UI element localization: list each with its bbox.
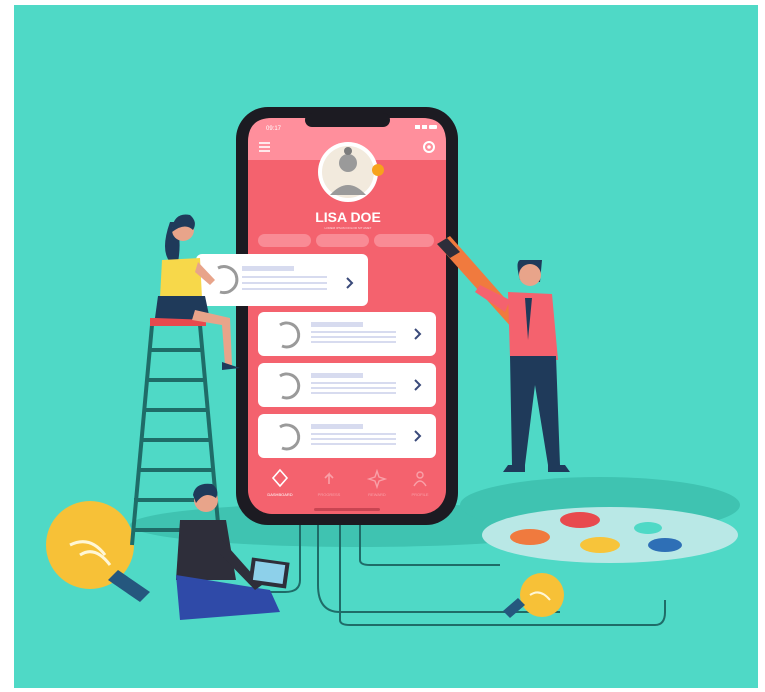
status-icons: [415, 125, 437, 129]
list-item[interactable]: [196, 254, 368, 306]
list-item[interactable]: [258, 363, 436, 407]
paint-palette: [482, 507, 738, 563]
pill-tab[interactable]: [258, 234, 311, 247]
pill-tab[interactable]: [374, 234, 434, 247]
illustration-scene: 09:17 LISA DOE LOREM IPSUM DOLOR SIT AME…: [14, 5, 758, 688]
pill-tab[interactable]: [316, 234, 369, 247]
profile-tagline: LOREM IPSUM DOLOR SIT AMET: [325, 226, 372, 230]
list-item[interactable]: [258, 312, 436, 356]
nav-label-profile: PROFILE: [411, 492, 428, 497]
status-time: 09:17: [266, 126, 282, 132]
nav-label-reward: REWARD: [368, 492, 386, 497]
nav-label-dashboard: DASHBOARD: [267, 492, 292, 497]
nav-label-progress: PROGRESS: [318, 492, 341, 497]
list-item[interactable]: [258, 414, 436, 458]
profile-name: LISA DOE: [315, 209, 381, 225]
